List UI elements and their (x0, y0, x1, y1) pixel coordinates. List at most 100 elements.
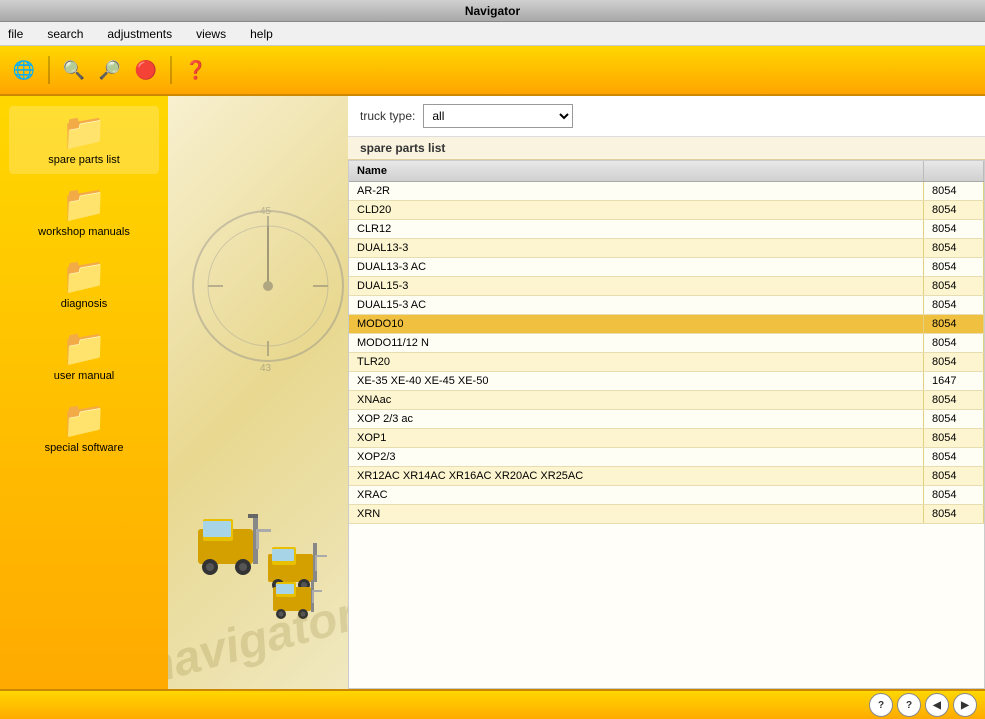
table-row[interactable]: XNAac 8054 (349, 391, 984, 410)
table-cell-name: DUAL13-3 (349, 239, 924, 257)
toolbar-help-button[interactable]: ❓ (180, 54, 212, 86)
bottom-nav-btn-4[interactable]: ▶ (953, 693, 977, 717)
table-row[interactable]: MODO11/12 N 8054 (349, 334, 984, 353)
table-cell-code: 8054 (924, 353, 984, 371)
folder-icon-spare-parts: 📁 (62, 114, 107, 150)
table-cell-name: CLD20 (349, 201, 924, 219)
menu-file[interactable]: file (4, 25, 27, 43)
table-cell-name: XOP1 (349, 429, 924, 447)
table-cell-code: 8054 (924, 467, 984, 485)
sidebar-item-workshop-manuals[interactable]: 📁 workshop manuals (9, 178, 159, 246)
table-row[interactable]: XOP2/3 8054 (349, 448, 984, 467)
title-bar: Navigator (0, 0, 985, 22)
table-cell-name: DUAL15-3 (349, 277, 924, 295)
table-cell-name: XOP 2/3 ac (349, 410, 924, 428)
table-cell-name: MODO11/12 N (349, 334, 924, 352)
table-row[interactable]: XR12AC XR14AC XR16AC XR20AC XR25AC 8054 (349, 467, 984, 486)
table-cell-code: 8054 (924, 220, 984, 238)
sidebar-item-user-manual[interactable]: 📁 user manual (9, 322, 159, 390)
toolbar-search-button[interactable]: 🔍 (58, 54, 90, 86)
table-row[interactable]: XOP 2/3 ac 8054 (349, 410, 984, 429)
table-row[interactable]: DUAL13-3 8054 (349, 239, 984, 258)
folder-icon-workshop: 📁 (62, 186, 107, 222)
sidebar-item-spare-parts-list[interactable]: 📁 spare parts list (9, 106, 159, 174)
sidebar-item-diagnosis[interactable]: 📁 diagnosis (9, 250, 159, 318)
spare-parts-section-header: spare parts list (348, 137, 985, 160)
table-cell-name: DUAL13-3 AC (349, 258, 924, 276)
table-cell-code: 8054 (924, 239, 984, 257)
table-row[interactable]: DUAL15-3 8054 (349, 277, 984, 296)
table-row[interactable]: XRAC 8054 (349, 486, 984, 505)
table-cell-code: 8054 (924, 505, 984, 523)
table-cell-code: 8054 (924, 448, 984, 466)
folder-icon-user-manual: 📁 (62, 330, 107, 366)
table-cell-name: XOP2/3 (349, 448, 924, 466)
table-cell-code: 8054 (924, 296, 984, 314)
menu-bar: file search adjustments views help (0, 22, 985, 46)
table-cell-code: 1647 (924, 372, 984, 390)
sidebar-item-special-software[interactable]: 📁 special software (9, 394, 159, 462)
table-row[interactable]: XOP1 8054 (349, 429, 984, 448)
table-header: Name (349, 161, 984, 182)
table-row[interactable]: CLD20 8054 (349, 201, 984, 220)
bottom-nav-btn-1[interactable]: ? (869, 693, 893, 717)
table-cell-name: CLR12 (349, 220, 924, 238)
sidebar-label-special-software: special software (45, 442, 124, 454)
table-row[interactable]: MODO10 8054 (349, 315, 984, 334)
toolbar-home-button[interactable]: 🌐 (8, 54, 40, 86)
table-cell-name: XRN (349, 505, 924, 523)
table-cell-code: 8054 (924, 334, 984, 352)
table-cell-name: DUAL15-3 AC (349, 296, 924, 314)
truck-type-select[interactable]: all (423, 104, 573, 128)
table-cell-code: 8054 (924, 258, 984, 276)
table-cell-name: XRAC (349, 486, 924, 504)
table-cell-code: 8054 (924, 277, 984, 295)
truck-type-selector-area: truck type: all (348, 96, 985, 137)
truck-type-label: truck type: (360, 109, 415, 123)
toolbar-stop-button[interactable]: 🔴 (130, 54, 162, 86)
bottom-nav-btn-2[interactable]: ? (897, 693, 921, 717)
parts-table[interactable]: Name AR-2R 8054 CLD20 8054 CLR12 8054 DU… (348, 160, 985, 689)
left-decorative-area: 45 43 (168, 96, 348, 689)
table-cell-name: XR12AC XR14AC XR16AC XR20AC XR25AC (349, 467, 924, 485)
app-title: Navigator (465, 4, 520, 18)
bottom-nav-btn-3[interactable]: ◀ (925, 693, 949, 717)
table-cell-code: 8054 (924, 486, 984, 504)
svg-text:43: 43 (260, 363, 272, 374)
table-cell-code: 8054 (924, 201, 984, 219)
folder-icon-special-software: 📁 (62, 402, 107, 438)
table-row[interactable]: XE-35 XE-40 XE-45 XE-50 1647 (349, 372, 984, 391)
table-row[interactable]: AR-2R 8054 (349, 182, 984, 201)
table-cell-name: AR-2R (349, 182, 924, 200)
svg-text:45: 45 (260, 206, 272, 217)
table-row[interactable]: XRN 8054 (349, 505, 984, 524)
table-cell-name: MODO10 (349, 315, 924, 333)
toolbar-separator-1 (48, 56, 50, 84)
toolbar-zoom-button[interactable]: 🔎 (94, 54, 126, 86)
middle-section: 45 43 (168, 96, 985, 689)
column-header-name: Name (349, 161, 924, 181)
menu-views[interactable]: views (192, 25, 230, 43)
table-row[interactable]: DUAL13-3 AC 8054 (349, 258, 984, 277)
menu-help[interactable]: help (246, 25, 277, 43)
main-layout: 📁 spare parts list 📁 workshop manuals 📁 … (0, 96, 985, 689)
table-row[interactable]: TLR20 8054 (349, 353, 984, 372)
table-cell-name: XNAac (349, 391, 924, 409)
table-cell-name: TLR20 (349, 353, 924, 371)
right-content: truck type: all spare parts list Name AR… (348, 96, 985, 689)
table-cell-code: 8054 (924, 410, 984, 428)
menu-adjustments[interactable]: adjustments (103, 25, 176, 43)
sidebar-label-diagnosis: diagnosis (61, 298, 107, 310)
table-cell-code: 8054 (924, 391, 984, 409)
table-row[interactable]: DUAL15-3 AC 8054 (349, 296, 984, 315)
table-cell-code: 8054 (924, 182, 984, 200)
menu-search[interactable]: search (43, 25, 87, 43)
table-cell-code: 8054 (924, 315, 984, 333)
bottom-bar: ? ? ◀ ▶ (0, 689, 985, 719)
table-row[interactable]: CLR12 8054 (349, 220, 984, 239)
table-body: AR-2R 8054 CLD20 8054 CLR12 8054 DUAL13-… (349, 182, 984, 524)
folder-icon-diagnosis: 📁 (62, 258, 107, 294)
sidebar-label-spare-parts: spare parts list (48, 154, 120, 166)
table-cell-name: XE-35 XE-40 XE-45 XE-50 (349, 372, 924, 390)
column-header-code (924, 161, 984, 181)
